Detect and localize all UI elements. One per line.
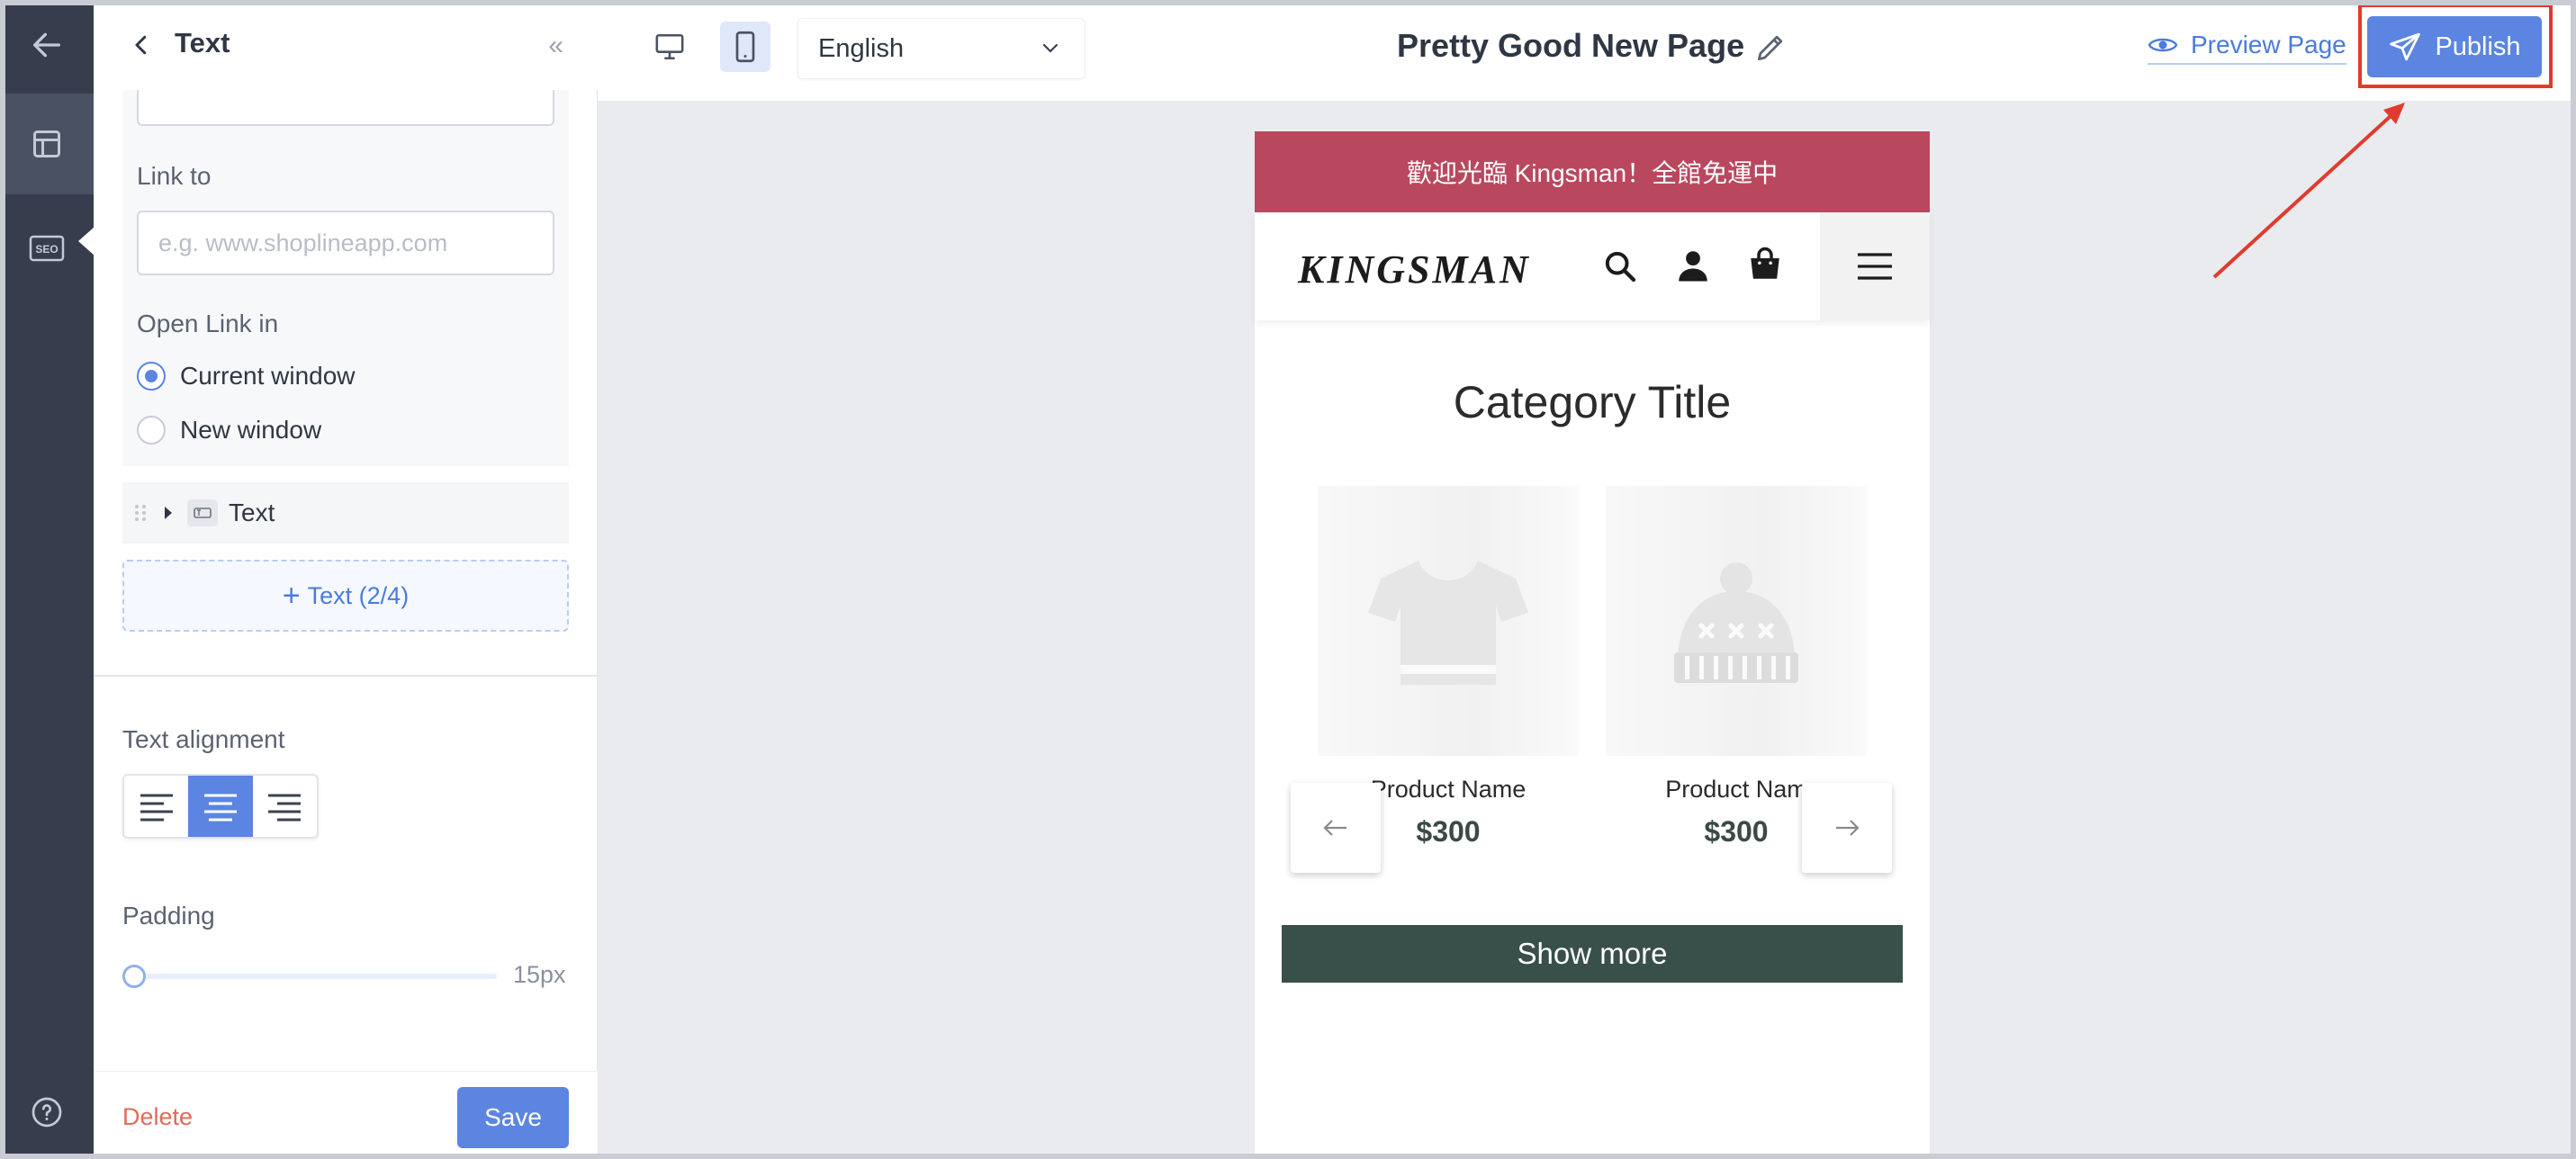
user-icon[interactable] (1674, 247, 1712, 284)
seo-icon-label: SEO (35, 243, 58, 256)
radio-button[interactable] (137, 416, 166, 445)
caret-right-icon[interactable] (162, 505, 175, 521)
t-shirt-icon (1368, 561, 1528, 685)
page-title: Pretty Good New Page (1397, 27, 1745, 64)
preview-page-label: Preview Page (2191, 31, 2346, 58)
show-more-button[interactable]: Show more (1282, 925, 1903, 983)
panel-header: Text « (94, 0, 598, 90)
store-logo[interactable]: KINGSMAN (1298, 247, 1531, 292)
drag-handle-icon[interactable] (133, 502, 148, 524)
add-text-label: Text (2/4) (307, 581, 410, 609)
pencil-edit-icon[interactable] (1753, 31, 1788, 65)
align-right-icon (268, 794, 302, 822)
collapse-panel-icon[interactable]: « (548, 31, 563, 61)
beanie-icon (1674, 562, 1798, 683)
add-text-button[interactable]: + Text (2/4) (122, 560, 569, 632)
align-left-icon (140, 794, 173, 822)
plus-icon: + (282, 579, 301, 613)
align-left-button[interactable] (124, 776, 188, 837)
padding-label: Padding (122, 902, 215, 930)
language-select[interactable]: English (797, 18, 1085, 79)
menu-button[interactable] (1820, 212, 1930, 320)
text-block-icon (187, 499, 218, 526)
panel-title: Text (175, 27, 230, 58)
align-center-icon (203, 794, 237, 822)
text-block-label: Text (229, 499, 275, 526)
help-button[interactable] (0, 1080, 94, 1145)
product-image[interactable] (1606, 486, 1867, 756)
layout-icon (33, 130, 60, 157)
link-to-input[interactable]: e.g. www.shoplineapp.com (137, 211, 554, 275)
seo-icon: SEO (29, 235, 65, 262)
shopping-bag-icon[interactable] (1746, 245, 1784, 284)
save-button[interactable]: Save (457, 1087, 569, 1148)
left-rail: SEO (0, 0, 95, 1159)
radio-current-window[interactable]: Current window (137, 362, 356, 391)
radio-label: New window (180, 416, 322, 444)
padding-slider-track[interactable] (126, 974, 497, 979)
store-navbar: KINGSMAN (1255, 212, 1930, 320)
settings-panel: Text « Link to e.g. www.shoplineapp.com … (94, 0, 598, 1159)
align-right-button[interactable] (253, 776, 317, 837)
announcement-bar[interactable]: 歡迎光臨 Kingsman！全館免運中 (1255, 131, 1930, 212)
text-block-item[interactable]: Text (122, 482, 569, 544)
eye-icon (2148, 38, 2178, 52)
radio-button-checked[interactable] (137, 362, 166, 391)
rail-layout-button[interactable] (0, 94, 95, 256)
arrow-right-icon (1836, 820, 1860, 836)
question-circle-icon (32, 1097, 62, 1128)
padding-slider-thumb[interactable] (122, 965, 146, 988)
product-image[interactable] (1318, 486, 1579, 756)
previous-input-field[interactable] (137, 86, 554, 126)
mobile-view-button[interactable] (720, 22, 770, 72)
arrow-left-icon (1323, 820, 1347, 836)
language-value: English (818, 33, 905, 63)
mobile-page-preview: 歡迎光臨 Kingsman！全館免運中 KINGSMAN Category Ti… (1255, 131, 1930, 1159)
padding-value: 15px (513, 961, 566, 988)
search-icon[interactable] (1602, 248, 1638, 284)
desktop-icon (655, 33, 684, 60)
preview-page-link[interactable]: Preview Page (2148, 31, 2346, 65)
chevron-down-icon (1042, 43, 1058, 53)
section-divider (94, 675, 598, 677)
text-alignment-label: Text alignment (122, 725, 285, 753)
radio-label: Current window (180, 362, 356, 390)
annotation-arrow-icon (2212, 103, 2405, 279)
radio-new-window[interactable]: New window (137, 416, 321, 445)
delete-button[interactable]: Delete (122, 1103, 193, 1131)
carousel-next-button[interactable] (1802, 783, 1892, 873)
mobile-icon (735, 31, 755, 63)
chevron-left-icon[interactable] (128, 29, 155, 61)
hamburger-menu-icon (1858, 253, 1892, 280)
arrow-left-icon (33, 32, 61, 58)
link-to-label: Link to (137, 162, 212, 190)
open-link-label: Open Link in (137, 310, 279, 337)
paper-plane-icon (2390, 32, 2421, 61)
back-button[interactable] (0, 0, 94, 90)
rail-seo-button[interactable]: SEO (0, 198, 94, 299)
publish-label: Publish (2435, 31, 2521, 61)
align-center-button[interactable] (188, 776, 253, 837)
alignment-button-group (122, 774, 319, 839)
carousel-prev-button[interactable] (1291, 783, 1381, 873)
desktop-view-button[interactable] (644, 22, 695, 72)
category-title: Category Title (1453, 377, 1732, 427)
link-settings-group (122, 90, 569, 466)
publish-button[interactable]: Publish (2367, 16, 2542, 77)
